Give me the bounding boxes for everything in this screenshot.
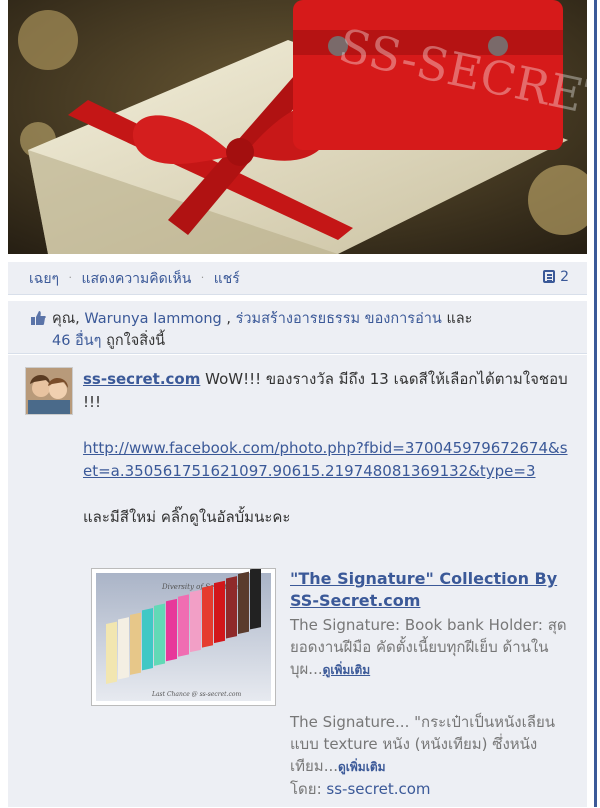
comment-author[interactable]: ss-secret.com xyxy=(83,370,200,388)
comment-count: 2 xyxy=(560,269,569,285)
likes-suffix: ถูกใจสิ่งนี้ xyxy=(101,333,166,349)
comment-body: ss-secret.com WoW!!! ของรางวัล มีถึง 13 … xyxy=(83,368,573,529)
likes-separator: , xyxy=(221,311,236,327)
share-desc2-text: The Signature... "กระเป๋าเป็นหนังเลียนแบ… xyxy=(290,713,555,775)
via-link[interactable]: ss-secret.com xyxy=(326,780,430,798)
likes-prefix: คุณ, xyxy=(52,311,85,327)
liker-link[interactable]: Warunya Iammong xyxy=(84,311,221,327)
others-link[interactable]: 46 อื่นๆ xyxy=(52,333,101,349)
share-description: The Signature: Book bank Holder: สุดยอดง… xyxy=(290,614,570,681)
see-more-link[interactable]: ดูเพิ่มเติม xyxy=(338,760,386,774)
share-via: โดย: ss-secret.com xyxy=(290,777,431,801)
see-more-link[interactable]: ดูเพิ่มเติม xyxy=(323,663,371,677)
comment-url[interactable]: http://www.facebook.com/photo.php?fbid=3… xyxy=(83,437,573,483)
post-actions-bar: เฉยๆ · แสดงความคิดเห็น · แชร์ 2 xyxy=(8,262,587,295)
thumb-footer: Last Chance @ ss-secret.com xyxy=(151,691,241,698)
comment-count-button[interactable]: 2 xyxy=(543,268,569,285)
comment-icon xyxy=(543,270,556,283)
comment-link[interactable]: แสดงความคิดเห็น xyxy=(81,271,191,287)
share-link[interactable]: แชร์ xyxy=(214,271,240,287)
share-description-2: The Signature... "กระเป๋าเป็นหนังเลียนแบ… xyxy=(290,711,570,778)
separator: · xyxy=(200,271,205,284)
via-label: โดย: xyxy=(290,780,327,798)
likes-and: และ xyxy=(441,311,473,327)
comment-new-colors: และมีสีใหม่ คลิ๊กดูในอัลบั้มนะคะ xyxy=(83,508,291,526)
liker-link[interactable]: ร่วมสร้างอารยธรรม ของการอ่าน xyxy=(236,311,442,327)
post-photo[interactable]: SS-SECRET.COM xyxy=(8,0,587,254)
share-title[interactable]: "The Signature" Collection By SS-Secret.… xyxy=(290,568,560,612)
shared-link-preview: Diversity of Selection Last Chance @ ss-… xyxy=(91,567,571,808)
story-frame: SS-SECRET.COM เฉยๆ · แสดงความคิดเห็น · แ… xyxy=(0,0,597,807)
avatar[interactable] xyxy=(25,367,73,415)
separator: · xyxy=(68,271,73,284)
comment: ss-secret.com WoW!!! ของรางวัล มีถึง 13 … xyxy=(8,355,587,807)
share-thumbnail[interactable]: Diversity of Selection Last Chance @ ss-… xyxy=(91,567,276,706)
thumbs-up-icon xyxy=(31,311,46,325)
like-link[interactable]: เฉยๆ xyxy=(29,271,59,287)
likes-summary: คุณ, Warunya Iammong , ร่วมสร้างอารยธรรม… xyxy=(8,301,587,354)
